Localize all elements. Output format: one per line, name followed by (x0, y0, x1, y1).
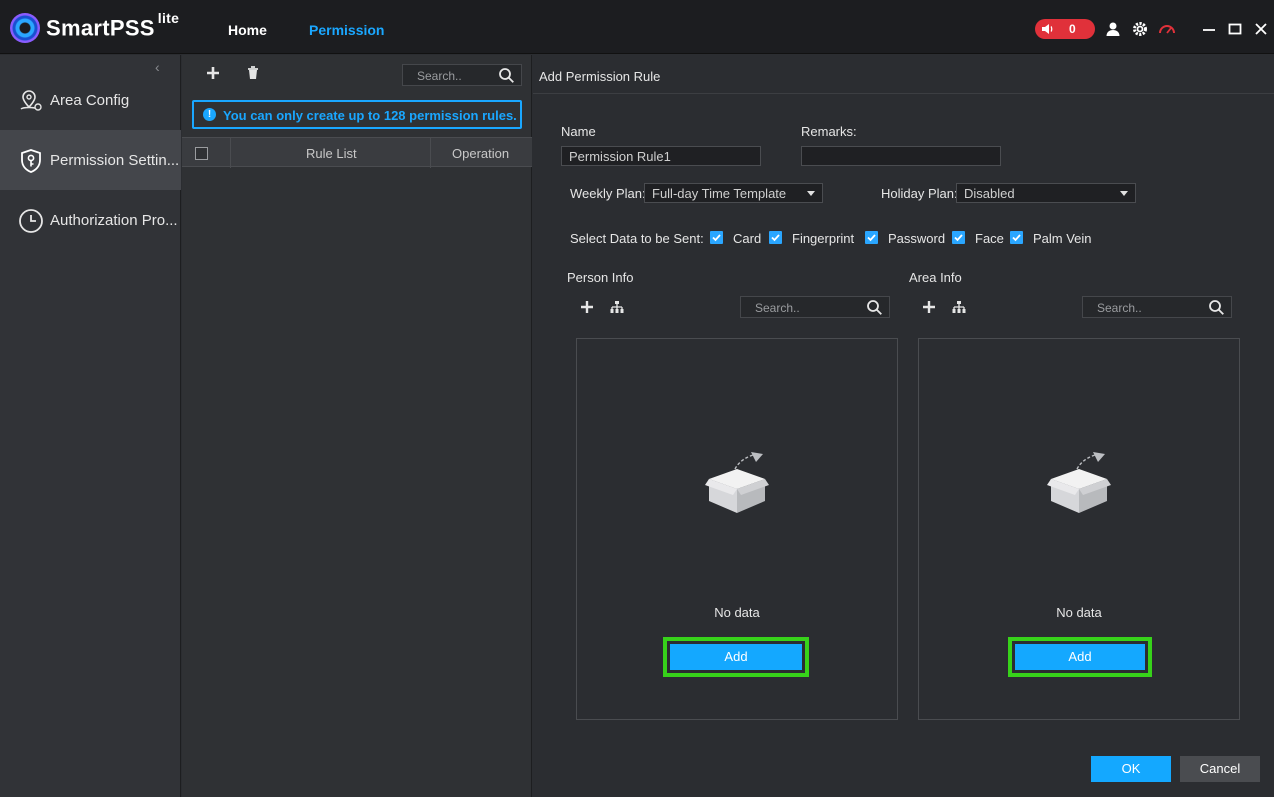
empty-box-icon (1047, 452, 1111, 513)
delete-rule-button[interactable] (245, 65, 261, 81)
holiday-plan-value: Disabled (964, 186, 1015, 201)
person-search-input[interactable]: Search.. (740, 296, 890, 318)
remarks-field[interactable] (801, 146, 1001, 166)
column-operation: Operation (452, 146, 510, 161)
brand-suffix: lite (157, 10, 180, 26)
search-placeholder: Search.. (755, 301, 800, 315)
add-person-icon[interactable] (580, 300, 594, 314)
area-config-icon (20, 90, 42, 111)
speaker-icon (1042, 24, 1053, 34)
add-area-icon[interactable] (922, 300, 936, 314)
sidebar-item-label: Permission Settin... (50, 152, 180, 169)
palm-vein-label: Palm Vein (1033, 231, 1092, 246)
close-icon[interactable] (1252, 20, 1270, 38)
chevron-down-icon (1120, 191, 1128, 196)
area-search-input[interactable]: Search.. (1082, 296, 1232, 318)
empty-box-icon (705, 452, 769, 513)
face-label: Face (975, 231, 1004, 246)
search-icon[interactable] (1208, 299, 1225, 316)
app-logo-icon (10, 13, 40, 43)
sidebar-item-area-config[interactable]: Area Config (0, 70, 181, 130)
holiday-plan-label: Holiday Plan: (881, 186, 958, 201)
weekly-plan-value: Full-day Time Template (652, 186, 787, 201)
gear-icon[interactable] (1131, 20, 1149, 38)
face-checkbox[interactable] (952, 231, 965, 244)
search-placeholder: Search.. (1097, 301, 1142, 315)
shield-key-icon (21, 149, 41, 173)
password-label: Password (888, 231, 946, 246)
add-area-highlight: Add (1008, 637, 1152, 677)
add-permission-rule-form: Add Permission Rule Name Permission Rule… (533, 55, 1274, 797)
add-person-highlight: Add (663, 637, 809, 677)
ok-button[interactable]: OK (1091, 756, 1171, 782)
rule-list-header: Rule List Operation (182, 137, 532, 168)
area-info-panel: No data Add (918, 338, 1240, 720)
sidebar-item-label: Area Config (50, 92, 130, 109)
no-data-text: No data (1056, 605, 1102, 620)
sidebar-item-label: Authorization Pro... (50, 212, 178, 229)
add-area-button[interactable]: Add (1015, 644, 1145, 670)
person-info-title: Person Info (567, 270, 634, 285)
minimize-icon[interactable] (1200, 20, 1218, 38)
sidebar: ‹ Area Config Permission Settin... Autho… (0, 55, 181, 797)
select-all-checkbox[interactable] (195, 147, 208, 160)
search-icon[interactable] (866, 299, 883, 316)
alarm-badge[interactable]: 0 (1035, 19, 1095, 39)
org-tree-icon[interactable] (952, 300, 966, 314)
app-brand: SmartPSS lite (46, 10, 179, 41)
sidebar-item-authorization-progress[interactable]: Authorization Pro... (0, 190, 181, 250)
brand-name: SmartPSS (46, 15, 155, 41)
weekly-plan-label: Weekly Plan: (570, 186, 646, 201)
name-field[interactable]: Permission Rule1 (561, 146, 761, 166)
rule-search-input[interactable]: Search.. (402, 64, 522, 86)
cancel-button[interactable]: Cancel (1180, 756, 1260, 782)
user-icon[interactable] (1104, 20, 1122, 38)
tab-home[interactable]: Home (228, 22, 267, 38)
notice-text: You can only create up to 128 permission… (223, 108, 517, 123)
name-label: Name (561, 124, 596, 139)
person-info-panel: No data Add (576, 338, 898, 720)
area-info-title: Area Info (909, 270, 962, 285)
card-checkbox[interactable] (710, 231, 723, 244)
card-label: Card (733, 231, 762, 246)
clock-icon (19, 209, 43, 233)
no-data-text: No data (714, 605, 760, 620)
column-rule-list: Rule List (306, 146, 357, 161)
rule-list-panel: Search.. ! You can only create up to 128… (182, 55, 532, 797)
chevron-down-icon (807, 191, 815, 196)
maximize-icon[interactable] (1226, 20, 1244, 38)
add-rule-button[interactable] (205, 65, 221, 81)
data-sent-label: Select Data to be Sent: (570, 231, 704, 246)
password-checkbox[interactable] (865, 231, 878, 244)
weekly-plan-select[interactable]: Full-day Time Template (644, 183, 823, 203)
remarks-label: Remarks: (801, 124, 857, 139)
rule-limit-notice: ! You can only create up to 128 permissi… (192, 100, 522, 129)
title-bar: SmartPSS lite Home Permission 0 (0, 0, 1274, 54)
performance-gauge-icon[interactable] (1158, 20, 1176, 38)
form-title: Add Permission Rule (539, 69, 661, 84)
fingerprint-checkbox[interactable] (769, 231, 782, 244)
sidebar-item-permission-settings[interactable]: Permission Settin... (0, 130, 181, 190)
palm-vein-checkbox[interactable] (1010, 231, 1023, 244)
fingerprint-label: Fingerprint (792, 231, 855, 246)
add-person-button[interactable]: Add (670, 644, 802, 670)
tab-permission[interactable]: Permission (309, 22, 384, 38)
search-placeholder: Search.. (417, 69, 462, 83)
info-icon: ! (203, 108, 216, 121)
alarm-count: 0 (1069, 22, 1076, 36)
org-tree-icon[interactable] (610, 300, 624, 314)
holiday-plan-select[interactable]: Disabled (956, 183, 1136, 203)
search-icon[interactable] (498, 67, 515, 84)
